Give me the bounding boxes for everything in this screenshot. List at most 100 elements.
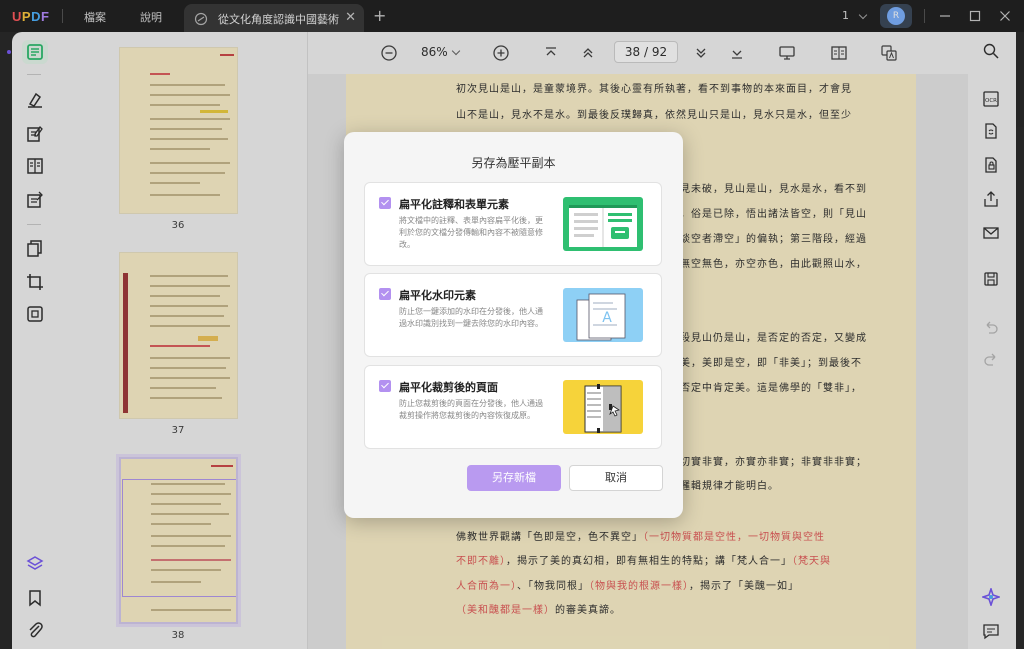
text-line xyxy=(150,357,230,359)
option-flatten-cropped-pages[interactable]: 扁平化裁剪後的頁面 防止您裁剪後的頁面在分發後，他人通過裁剪操作將您裁剪後的內容… xyxy=(364,365,662,449)
email-icon[interactable] xyxy=(982,224,1000,242)
new-tab-icon[interactable]: + xyxy=(373,6,386,25)
minimize-icon[interactable] xyxy=(937,8,953,24)
text-line xyxy=(150,138,228,140)
menu-help[interactable]: 說明 xyxy=(140,9,162,25)
document-text-line: 否定中肯定美。這是佛學的「雙非」， xyxy=(680,383,862,394)
close-tab-icon[interactable]: ✕ xyxy=(345,10,356,25)
maximize-icon[interactable] xyxy=(967,8,983,24)
option-flatten-annotations[interactable]: 扁平化註釋和表單元素 將文檔中的註釋、表單內容扁平化後，更利於您的文檔分發傳輸和… xyxy=(364,182,662,266)
text-run: ，揭示了「美醜一如」 xyxy=(689,581,799,592)
text-line xyxy=(150,295,220,297)
text-line xyxy=(150,387,216,389)
divider xyxy=(27,224,41,225)
text-line xyxy=(150,94,230,96)
text-line xyxy=(150,104,220,106)
page-number-field[interactable]: 38 / 92 xyxy=(614,41,678,63)
text-line xyxy=(151,545,225,547)
text-line xyxy=(150,172,225,174)
highlight-icon[interactable] xyxy=(25,90,45,110)
protect-icon[interactable] xyxy=(982,156,1000,174)
thumbnail-page[interactable] xyxy=(119,47,238,214)
save-as-button[interactable]: 另存新檔 xyxy=(467,465,561,491)
convert-icon[interactable] xyxy=(982,122,1000,140)
organize-pages-icon[interactable] xyxy=(25,238,45,258)
comment-icon[interactable] xyxy=(982,622,1000,640)
zoom-level[interactable]: 86% xyxy=(421,45,448,59)
text-line xyxy=(150,162,230,164)
checkbox-flatten-annotations[interactable] xyxy=(379,197,391,209)
document-text-line: 見未破，見山是山，見水是水，看不到 xyxy=(680,184,867,195)
crop-box xyxy=(122,479,236,597)
document-tab-icon xyxy=(194,11,208,26)
window-edge xyxy=(1016,32,1024,649)
edit-text-icon[interactable] xyxy=(25,124,45,144)
reader-icon[interactable] xyxy=(25,42,45,62)
checkbox-flatten-cropped-pages[interactable] xyxy=(379,380,391,392)
ocr-icon[interactable]: OCR xyxy=(982,90,1000,108)
text-line xyxy=(150,118,230,120)
svg-text:A: A xyxy=(602,310,612,326)
text-run-red: （物與我的根源一樣） xyxy=(589,581,689,592)
text-line xyxy=(150,182,200,184)
attachment-icon[interactable] xyxy=(25,620,45,640)
flatten-annotations-illustration xyxy=(563,197,643,251)
page-layout-icon[interactable] xyxy=(830,44,848,62)
text-line xyxy=(150,148,210,150)
zoom-in-icon[interactable] xyxy=(492,44,510,62)
share-icon[interactable] xyxy=(982,190,1000,208)
undo-icon[interactable] xyxy=(982,318,1000,336)
fill-sign-icon[interactable] xyxy=(25,190,45,210)
flatten-dialog: 另存為壓平副本 扁平化註釋和表單元素 將文檔中的註釋、表單內容扁平化後，更利於您… xyxy=(344,132,683,518)
text-run: ，揭示了美的真幻相，即有無相生的特點；講「梵人合一」 xyxy=(506,556,792,567)
text-line xyxy=(211,465,233,467)
checkbox-flatten-watermark[interactable] xyxy=(379,288,391,300)
bookmark-icon[interactable] xyxy=(25,588,45,608)
menu-file[interactable]: 檔案 xyxy=(84,9,106,25)
previous-page-icon[interactable] xyxy=(579,44,597,62)
close-window-icon[interactable] xyxy=(997,8,1013,24)
text-run-red: （一切物質都是空性，一切物質與空性 xyxy=(643,532,825,543)
next-page-icon[interactable] xyxy=(692,44,710,62)
text-line xyxy=(150,305,228,307)
chevron-down-icon[interactable] xyxy=(451,46,461,56)
avatar[interactable]: R xyxy=(880,4,912,28)
translate-icon[interactable] xyxy=(880,44,898,62)
thumbnail-label: 37 xyxy=(171,425,185,436)
thumbnail-label: 36 xyxy=(171,220,185,231)
crop-icon[interactable] xyxy=(25,272,45,292)
form-icon[interactable] xyxy=(25,156,45,176)
save-icon[interactable] xyxy=(982,270,1000,288)
option-description: 防止您一鍵添加的水印在分發後，他人通過水印識別找到一鍵去除您的水印內容。 xyxy=(399,307,543,328)
text-line xyxy=(150,84,225,86)
first-page-icon[interactable] xyxy=(542,44,560,62)
cancel-button[interactable]: 取消 xyxy=(569,465,663,491)
chevron-down-icon[interactable] xyxy=(858,10,868,20)
layers-icon[interactable] xyxy=(25,554,45,574)
text-line xyxy=(150,128,222,130)
updf-logo[interactable]: UPDF xyxy=(12,9,49,24)
document-tab-label: 從文化角度認識中國藝術 xyxy=(218,13,339,26)
watermark-icon[interactable] xyxy=(25,304,45,324)
text-line xyxy=(150,345,210,347)
document-tab[interactable]: 從文化角度認識中國藝術 ✕ xyxy=(184,4,364,32)
last-page-icon[interactable] xyxy=(728,44,746,62)
active-indicator xyxy=(7,50,11,54)
flatten-cropped-pages-illustration xyxy=(563,380,643,434)
thumbnail-page-selected[interactable] xyxy=(119,457,238,624)
zoom-out-icon[interactable] xyxy=(380,44,398,62)
option-flatten-watermark[interactable]: 扁平化水印元素 防止您一鍵添加的水印在分發後，他人通過水印識別找到一鍵去除您的水… xyxy=(364,273,662,357)
redo-icon[interactable] xyxy=(982,350,1000,368)
ai-assistant-icon[interactable] xyxy=(980,586,1002,608)
text-line xyxy=(150,285,230,287)
presentation-icon[interactable] xyxy=(778,44,796,62)
text-line xyxy=(150,397,222,399)
document-text-line: 無空無色，亦空亦色，由此觀照山水， xyxy=(680,259,867,270)
search-icon[interactable] xyxy=(982,42,1000,60)
text-run: 的審美真諦。 xyxy=(555,605,621,616)
thumbnail-page[interactable] xyxy=(119,252,238,419)
thumbnail-panel: 36 37 38 xyxy=(56,32,308,649)
avatar-initial: R xyxy=(887,7,905,25)
document-text-line: 佛教世界觀講「色即是空，色不異空」（一切物質都是空性，一切物質與空性 xyxy=(456,528,825,543)
text-line xyxy=(150,315,224,317)
